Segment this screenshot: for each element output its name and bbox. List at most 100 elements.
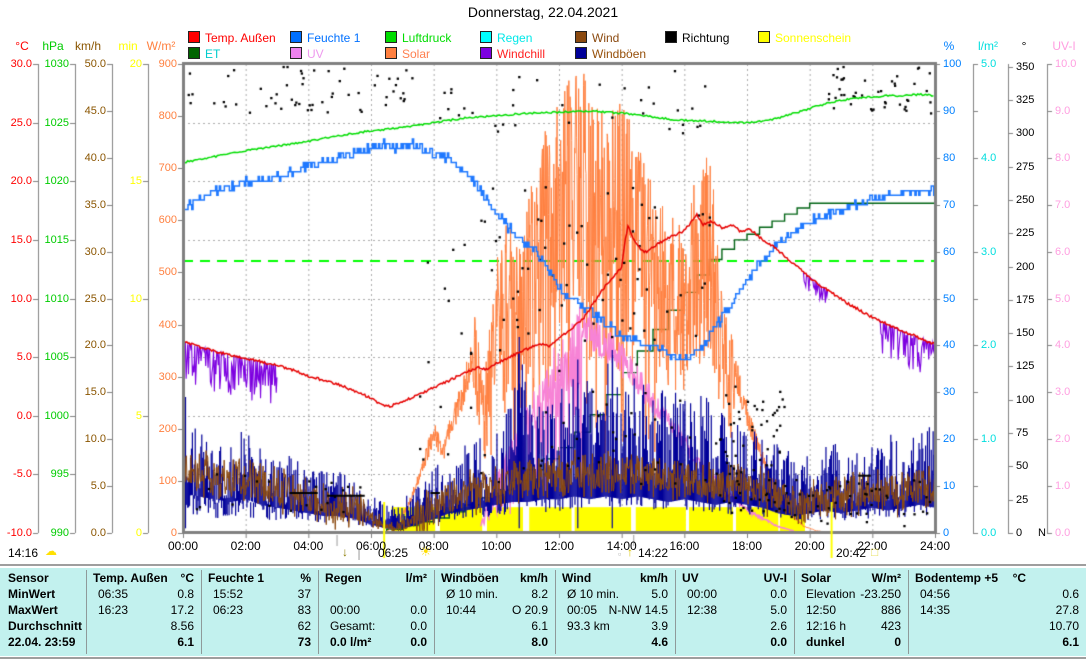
x-axis-label: 16:00 [669,540,699,553]
table-cell-time: 12:50 [806,604,836,617]
axis-tick-label: 25.0 [11,117,32,130]
table-col-unit: W/m² [872,572,901,585]
x-axis-label: 04:00 [293,540,323,553]
legend-item-richtung: Richtung [665,31,729,45]
axis-tick-label: 2.0 [981,339,996,352]
moon-cloud-icon: ☁ [45,545,57,558]
table-cell-value: 886 [881,604,901,617]
table-divider [86,570,87,654]
axis-tick-label: 20.0 [85,339,106,352]
legend-label: Richtung [682,31,729,45]
table-cell-time: 12:16 h [806,620,846,633]
x-axis-label: 12:00 [544,540,574,553]
axis-north-label: N [1038,527,1046,540]
table-cell-value: 10.70 [1049,620,1079,633]
axis-tick-label: 10 [130,293,142,306]
legend-swatch [188,31,200,43]
table-cell-time: Ø 10 min. [446,588,498,601]
axis-tick-label: 990 [51,527,69,540]
legend-item-wind: Wind [575,31,619,45]
axis-unit-W/m²: W/m² [147,40,176,53]
x-axis-label: 10:00 [481,540,511,553]
axis-tick-label: 995 [51,468,69,481]
table-cell-value: 73 [298,636,311,649]
axis-unit-l/m²: l/m² [978,40,998,53]
table-cell-time: Elevation [806,588,855,601]
table-col-unit: km/h [520,572,548,585]
square-icon: □ [871,546,878,559]
axis-tick-label: 50 [943,293,955,306]
table-cell-time: Gesamt: [330,620,375,633]
axis-tick-label: 900 [159,58,177,71]
axis-tick-label: 200 [159,423,177,436]
table-cell-value: 0.0 [410,620,427,633]
axis-tick-label: 25.0 [85,293,106,306]
table-cell-time: 00:05 [567,604,597,617]
table-cell-value: 2.6 [770,620,787,633]
legend-label: ET [205,47,220,61]
table-col-header: Temp. Außen [93,572,168,585]
axis-tick-label: 1000 [45,410,69,423]
axis-tick-label: 225 [1016,227,1034,240]
legend-item-et: ET [188,47,220,61]
axis-tick-label: 3.0 [1055,386,1070,399]
table-cell-value: 37 [298,588,311,601]
axis-tick-label: 800 [159,110,177,123]
axis-tick-label: 0.0 [1055,527,1070,540]
table-cell-value: 5.0 [770,604,787,617]
axis-tick-label: 7.0 [1055,199,1070,212]
axis-tick-label: 700 [159,162,177,175]
sunset-time-label: 20:42 [836,547,866,560]
legend-item-regen: Regen [480,31,532,45]
table-divider [908,570,909,654]
axis-unit-°C: °C [15,40,28,53]
table-col-header: Wind [562,572,591,585]
legend-item-windb-en: Windböen [575,47,646,61]
axis-tick-label: 5.0 [981,58,996,71]
table-col-header: Regen [325,572,362,585]
table-row-label: 22.04. 23:59 [8,636,75,649]
axis-tick-label: 15 [130,175,142,188]
axis-tick-label: 275 [1016,161,1034,174]
table-cell-value: 0.0 [770,636,787,649]
axis-tick-label: 0.0 [91,527,106,540]
axis-tick-label: 1.0 [981,433,996,446]
legend-swatch [290,47,302,59]
legend-item-feuchte-1: Feuchte 1 [290,31,360,45]
legend-label: Sonnenschein [775,31,851,45]
axis-tick-label: 5.0 [91,480,106,493]
table-cell-value: 0 [894,636,901,649]
legend-label: Wind [592,31,619,45]
table-cell-value: 0.6 [1062,588,1079,601]
moonrise-time-label: 14:22 [638,547,668,560]
table-divider [675,570,676,654]
table-cell-time: 06:35 [98,588,128,601]
axis-tick-label: -10.0 [7,527,32,540]
axis-tick-label: 50 [1016,460,1028,473]
axis-tick-label: 125 [1016,360,1034,373]
axis-tick-label: 50.0 [85,58,106,71]
table-row-label: MinWert [8,588,55,601]
legend-label: UV [307,47,324,61]
tick-glyph: ❘ [354,547,364,560]
table-cell-time: 93.3 km [567,620,610,633]
table-cell-time: 0.0 l/m² [330,636,371,649]
table-col-header: Bodentemp +5 [915,572,998,585]
table-col-unit: UV-I [764,572,787,585]
axis-tick-label: 1015 [45,234,69,247]
x-axis-label: 00:00 [168,540,198,553]
axis-tick-label: 20 [943,433,955,446]
axis-tick-label: 500 [159,266,177,279]
sunrise-time-label: 06:25 [378,547,408,560]
legend-swatch [480,31,492,43]
axis-tick-label: 1010 [45,293,69,306]
axis-tick-label: 8.0 [1055,152,1070,165]
axis-tick-label: 75 [1016,427,1028,440]
table-col-header: Feuchte 1 [208,572,264,585]
x-axis-label: 24:00 [920,540,950,553]
axis-tick-label: 45.0 [85,105,106,118]
axis-tick-label: 9.0 [1055,105,1070,118]
axis-tick-label: 1020 [45,175,69,188]
table-cell-time: 12:38 [687,604,717,617]
divider [0,564,1086,567]
